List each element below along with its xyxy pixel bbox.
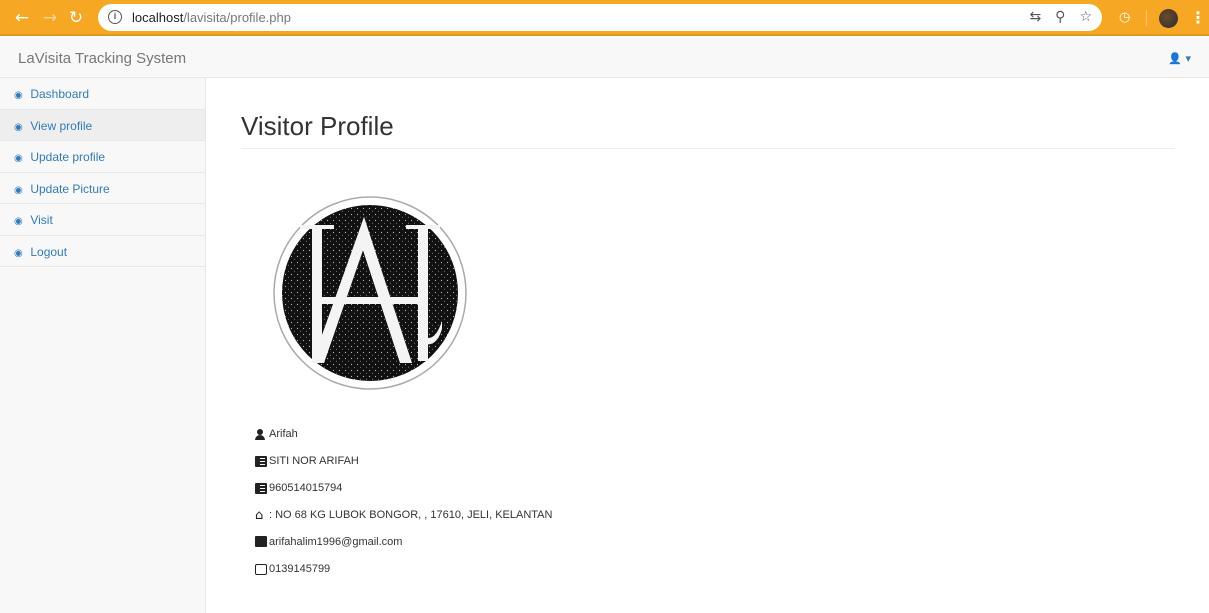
id-card-icon xyxy=(255,455,267,467)
extension-gauge-icon[interactable]: ◷ xyxy=(1119,9,1130,27)
zoom-icon[interactable]: ⚲ xyxy=(1055,8,1065,26)
user-menu-dropdown[interactable]: 👤 ▾ xyxy=(1168,52,1191,65)
bookmark-star-icon[interactable]: ☆ xyxy=(1079,8,1092,26)
sidebar-item-logout[interactable]: ◉ Logout xyxy=(0,236,205,267)
translate-icon[interactable]: ⇆ xyxy=(1029,8,1041,26)
toolbar-divider xyxy=(1146,10,1147,26)
profile-full-name: SITI NOR ARIFAH xyxy=(255,454,359,468)
user-icon: 👤 xyxy=(1168,52,1182,65)
sidebar: ◉ Dashboard ◉ View profile ◉ Update prof… xyxy=(0,78,206,613)
profile-phone: 0139145799 xyxy=(255,562,330,576)
browser-toolbar: ← → ↻ i localhost/lavisita/profile.php ⇆… xyxy=(0,0,1209,36)
site-info-icon[interactable]: i xyxy=(108,10,122,24)
sidebar-item-update-picture[interactable]: ◉ Update Picture xyxy=(0,173,205,204)
sidebar-item-dashboard[interactable]: ◉ Dashboard xyxy=(0,78,205,110)
sidebar-item-visit[interactable]: ◉ Visit xyxy=(0,204,205,236)
caret-down-icon: ▾ xyxy=(1181,52,1191,65)
forward-arrow-icon[interactable]: → xyxy=(40,8,60,28)
url-text[interactable]: localhost/lavisita/profile.php xyxy=(132,10,291,25)
reload-icon[interactable]: ↻ xyxy=(66,8,86,28)
sidebar-item-view-profile[interactable]: ◉ View profile xyxy=(0,109,205,141)
profile-username: Arifah xyxy=(255,427,298,441)
back-arrow-icon[interactable]: ← xyxy=(12,8,32,28)
dashboard-icon: ◉ xyxy=(14,216,23,227)
browser-profile-avatar[interactable] xyxy=(1159,9,1178,28)
sidebar-item-update-profile[interactable]: ◉ Update profile xyxy=(0,141,205,173)
profile-ic-number: 960514015794 xyxy=(255,481,342,495)
title-divider xyxy=(241,148,1175,149)
browser-menu-icon[interactable]: ⋮ xyxy=(1190,8,1206,28)
profile-address: ⌂: NO 68 KG LUBOK BONGOR, , 17610, JELI,… xyxy=(255,507,553,523)
app-navbar: LaVisita Tracking System 👤 ▾ xyxy=(0,38,1209,78)
dashboard-icon: ◉ xyxy=(14,153,23,164)
dashboard-icon: ◉ xyxy=(14,247,23,259)
brand-title[interactable]: LaVisita Tracking System xyxy=(18,50,186,67)
dashboard-icon: ◉ xyxy=(14,184,23,196)
profile-email: arifahalim1996@gmail.com xyxy=(255,535,402,549)
comment-icon xyxy=(255,535,267,547)
phone-icon xyxy=(255,563,267,575)
dashboard-icon: ◉ xyxy=(14,90,23,101)
dashboard-icon: ◉ xyxy=(14,121,23,133)
profile-picture xyxy=(273,196,467,390)
id-card-icon xyxy=(255,482,267,494)
page-title: Visitor Profile xyxy=(241,111,394,141)
home-icon: ⌂ xyxy=(255,507,264,523)
user-icon xyxy=(255,428,267,440)
address-bar[interactable]: i localhost/lavisita/profile.php ⇆ ⚲ ☆ xyxy=(98,4,1102,31)
